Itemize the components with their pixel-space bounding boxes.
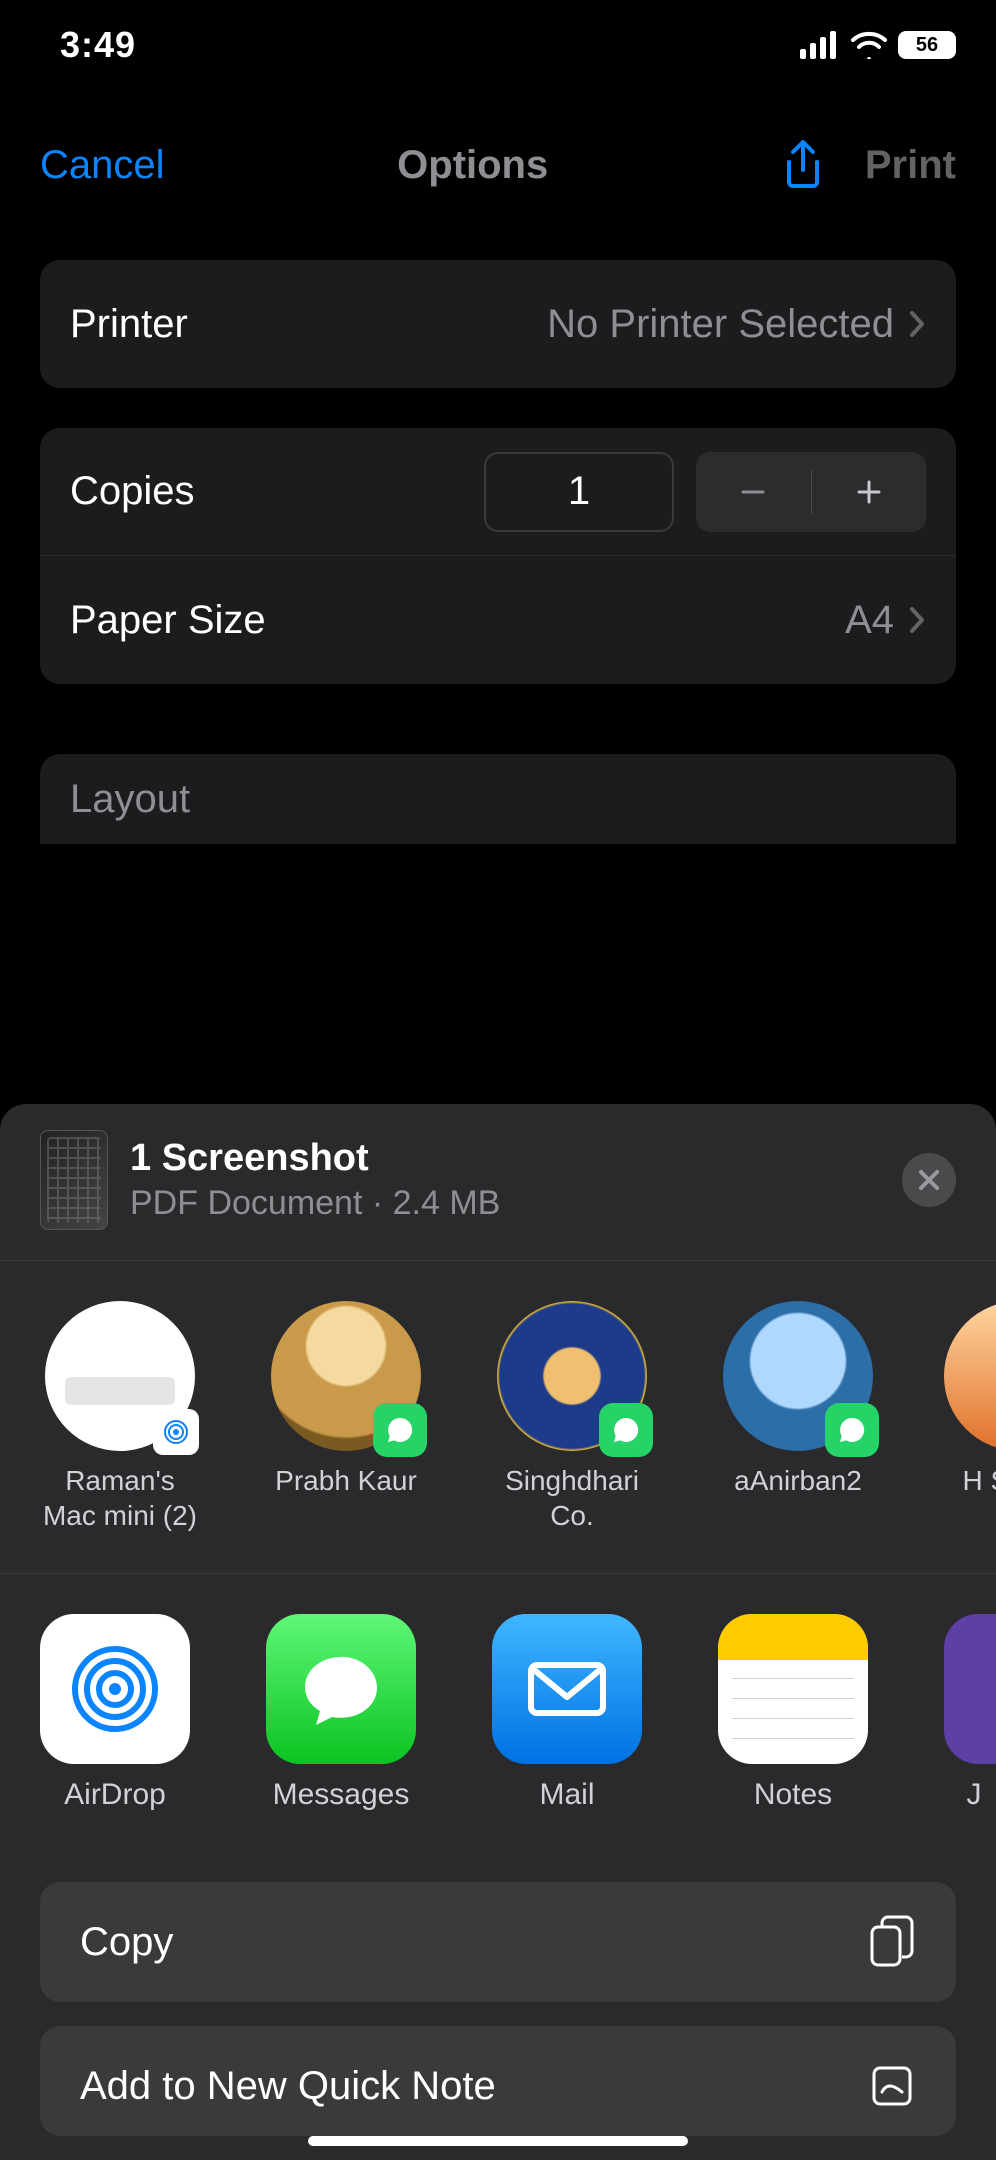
app-label: Messages xyxy=(266,1778,416,1812)
contact-avatar xyxy=(723,1301,873,1451)
nav-right: Print xyxy=(781,138,956,192)
stepper-plus-button[interactable] xyxy=(812,477,927,507)
app-label: AirDrop xyxy=(40,1778,190,1812)
airdrop-app-icon xyxy=(40,1614,190,1764)
contact-label: H Si xyxy=(944,1463,996,1498)
print-button[interactable]: Print xyxy=(865,143,956,188)
action-label: Copy xyxy=(80,1920,173,1965)
printer-label: Printer xyxy=(70,302,188,347)
close-button[interactable] xyxy=(902,1153,956,1207)
nav-bar: Cancel Options Print xyxy=(0,110,996,220)
chevron-right-icon xyxy=(908,605,926,635)
status-time: 3:49 xyxy=(60,24,136,66)
wifi-icon xyxy=(850,31,888,59)
battery-level: 56 xyxy=(916,34,938,57)
contact-avatar xyxy=(271,1301,421,1451)
sheet-header: 1 Screenshot PDF Document · 2.4 MB xyxy=(0,1130,996,1260)
copies-paper-group: Copies 1 Paper Size A4 xyxy=(40,428,956,684)
copies-controls: 1 xyxy=(484,452,926,532)
sheet-document-subtitle: PDF Document · 2.4 MB xyxy=(130,1184,880,1223)
sheet-title-block: 1 Screenshot PDF Document · 2.4 MB xyxy=(130,1137,880,1223)
copies-stepper xyxy=(696,452,926,532)
action-label: Add to New Quick Note xyxy=(80,2064,496,2109)
printer-row[interactable]: Printer No Printer Selected xyxy=(40,260,956,388)
app-item-messages[interactable]: Messages xyxy=(266,1614,416,1812)
contact-item[interactable]: H Si xyxy=(944,1301,996,1533)
chevron-right-icon xyxy=(908,309,926,339)
app-label: Mail xyxy=(492,1778,642,1812)
cellular-icon xyxy=(800,31,840,59)
contact-label: Singhdhari Co. xyxy=(492,1463,652,1533)
contact-label: aAnirban2 xyxy=(718,1463,878,1498)
status-right: 56 xyxy=(800,31,956,59)
printer-value-text: No Printer Selected xyxy=(547,302,894,347)
layout-group: Layout xyxy=(40,754,956,844)
contact-item-airdrop[interactable]: Raman's Mac mini (2) xyxy=(40,1301,200,1533)
actions-group-1: Copy xyxy=(40,1882,956,2002)
status-bar: 3:49 56 xyxy=(0,0,996,90)
contact-label: Raman's Mac mini (2) xyxy=(40,1463,200,1533)
copy-action[interactable]: Copy xyxy=(40,1882,956,2002)
battery-indicator: 56 xyxy=(898,31,956,59)
paper-size-label: Paper Size xyxy=(70,598,266,643)
app-item-notes[interactable]: Notes xyxy=(718,1614,868,1812)
contacts-row[interactable]: Raman's Mac mini (2) Prabh Kaur Singhdha… xyxy=(0,1261,996,1573)
app-item-mail[interactable]: Mail xyxy=(492,1614,642,1812)
stepper-minus-button[interactable] xyxy=(696,477,811,507)
printer-value: No Printer Selected xyxy=(547,302,926,347)
layout-row[interactable]: Layout xyxy=(40,754,956,844)
app-item-partial[interactable]: J xyxy=(944,1614,996,1812)
contact-item[interactable]: aAnirban2 xyxy=(718,1301,878,1533)
paper-size-row[interactable]: Paper Size A4 xyxy=(40,556,956,684)
share-icon[interactable] xyxy=(781,138,825,192)
apps-row[interactable]: AirDrop Messages Mail N xyxy=(0,1574,996,1852)
mail-app-icon xyxy=(492,1614,642,1764)
quick-note-icon xyxy=(868,2062,916,2110)
printer-group: Printer No Printer Selected xyxy=(40,260,956,388)
contact-avatar xyxy=(497,1301,647,1451)
whatsapp-badge-icon xyxy=(825,1403,879,1457)
copy-icon xyxy=(868,1915,916,1969)
quick-note-action[interactable]: Add to New Quick Note xyxy=(40,2026,956,2136)
contact-item[interactable]: Singhdhari Co. xyxy=(492,1301,652,1533)
app-icon-partial xyxy=(944,1614,996,1764)
copies-input[interactable]: 1 xyxy=(484,452,674,532)
whatsapp-badge-icon xyxy=(599,1403,653,1457)
copies-label: Copies xyxy=(70,469,195,514)
notes-app-icon xyxy=(718,1614,868,1764)
document-thumbnail xyxy=(40,1130,108,1230)
home-indicator[interactable] xyxy=(308,2136,688,2146)
cancel-button[interactable]: Cancel xyxy=(40,143,165,188)
contact-avatar xyxy=(944,1301,996,1451)
messages-app-icon xyxy=(266,1614,416,1764)
layout-label: Layout xyxy=(70,777,190,822)
share-sheet: 1 Screenshot PDF Document · 2.4 MB xyxy=(0,1104,996,2160)
app-item-airdrop[interactable]: AirDrop xyxy=(40,1614,190,1812)
whatsapp-badge-icon xyxy=(373,1403,427,1457)
app-label: Notes xyxy=(718,1778,868,1812)
airdrop-badge-icon xyxy=(153,1409,199,1455)
copies-row: Copies 1 xyxy=(40,428,956,556)
contact-item[interactable]: Prabh Kaur xyxy=(266,1301,426,1533)
app-label: J xyxy=(944,1778,996,1812)
paper-size-value: A4 xyxy=(845,598,926,643)
close-icon xyxy=(917,1168,941,1192)
contact-label: Prabh Kaur xyxy=(266,1463,426,1498)
sheet-document-title: 1 Screenshot xyxy=(130,1137,880,1180)
contact-avatar xyxy=(45,1301,195,1451)
paper-size-value-text: A4 xyxy=(845,598,894,643)
page-title: Options xyxy=(397,143,548,188)
actions-group-2: Add to New Quick Note xyxy=(40,2026,956,2136)
